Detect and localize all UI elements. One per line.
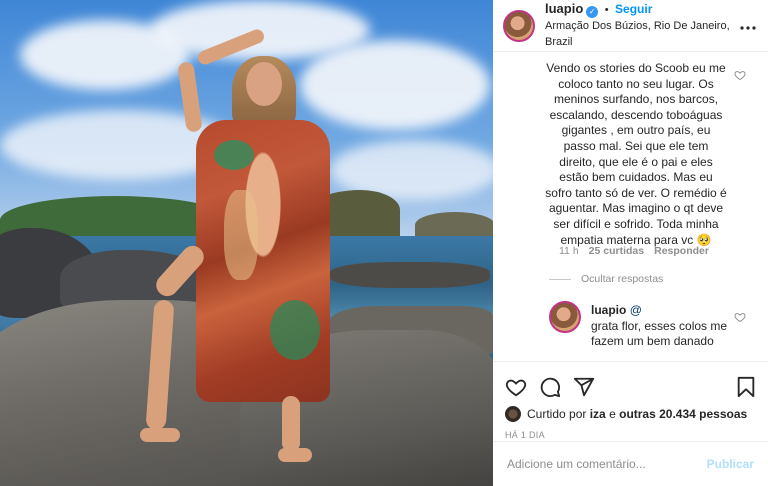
reply-like-heart-icon[interactable] [734,311,746,323]
publish-button[interactable]: Publicar [707,457,754,471]
post-header: luapio ✓ • Seguir Armação Dos Búzios, Rio… [493,0,768,52]
foot [278,448,312,462]
follow-button[interactable]: Seguir [615,2,652,16]
reply-avatar[interactable] [549,301,581,333]
post-actions: Curtido por iza e outras 20.434 pessoas … [493,361,768,440]
far-island [415,212,493,238]
liked-connector: e [609,407,616,421]
header-text: luapio ✓ • Seguir Armação Dos Búzios, Rio… [545,1,740,50]
post-photo[interactable] [0,0,493,486]
action-row [505,370,756,404]
comment-text: Vendo os stories do Scoob eu me coloco t… [545,61,727,247]
more-options-icon[interactable] [740,17,756,35]
dress-pattern [214,140,254,170]
comment-meta: 11 h 25 curtidas Responder [559,245,709,257]
comment-likes[interactable]: 25 curtidas [589,245,644,257]
standing-leg [282,396,300,452]
liked-others[interactable]: outras 20.434 pessoas [619,407,747,421]
hide-replies-label: Ocultar respostas [581,273,664,285]
reply-mention[interactable]: @ [630,303,642,317]
reply-text-block: luapio @ grata flor, esses colos me faze… [591,303,731,350]
bookmark-icon[interactable] [736,376,756,398]
share-icon[interactable] [573,376,595,398]
foot [140,428,180,442]
post-timestamp[interactable]: HÁ 1 DIA [505,430,756,440]
reply-item: luapio @ grata flor, esses colos me faze… [549,301,731,350]
comment-input[interactable] [507,457,707,471]
reply-button[interactable]: Responder [654,245,709,257]
liked-by: Curtido por iza e outras 20.434 pessoas [505,406,756,422]
liked-user[interactable]: iza [590,407,606,421]
comment-time[interactable]: 11 h [559,245,579,257]
dress-pattern [270,300,320,360]
divider [549,278,571,280]
cloud [300,40,490,130]
dress-pattern [224,190,258,280]
avatar[interactable] [503,9,535,42]
verified-badge-icon: ✓ [586,6,599,18]
separator-dot: • [604,4,609,16]
rock [330,262,490,288]
post-side-panel: luapio ✓ • Seguir Armação Dos Búzios, Rio… [493,0,768,486]
reply-username[interactable]: luapio [591,303,626,317]
comment-icon[interactable] [539,376,561,398]
liked-prefix: Curtido por [527,407,587,421]
liker-avatar[interactable] [505,406,521,422]
location-link[interactable]: Armação Dos Búzios, Rio De Janeiro, Braz… [545,18,740,50]
comment-like-heart-icon[interactable] [734,69,746,81]
heart-icon[interactable] [505,376,527,398]
reply-text: grata flor, esses colos me fazem um bem … [591,318,728,349]
face [246,62,282,106]
add-comment-bar: Publicar [493,441,768,486]
comments-section: Vendo os stories do Scoob eu me coloco t… [493,53,768,360]
username[interactable]: luapio [545,1,583,16]
hide-replies-button[interactable]: Ocultar respostas [549,273,663,285]
